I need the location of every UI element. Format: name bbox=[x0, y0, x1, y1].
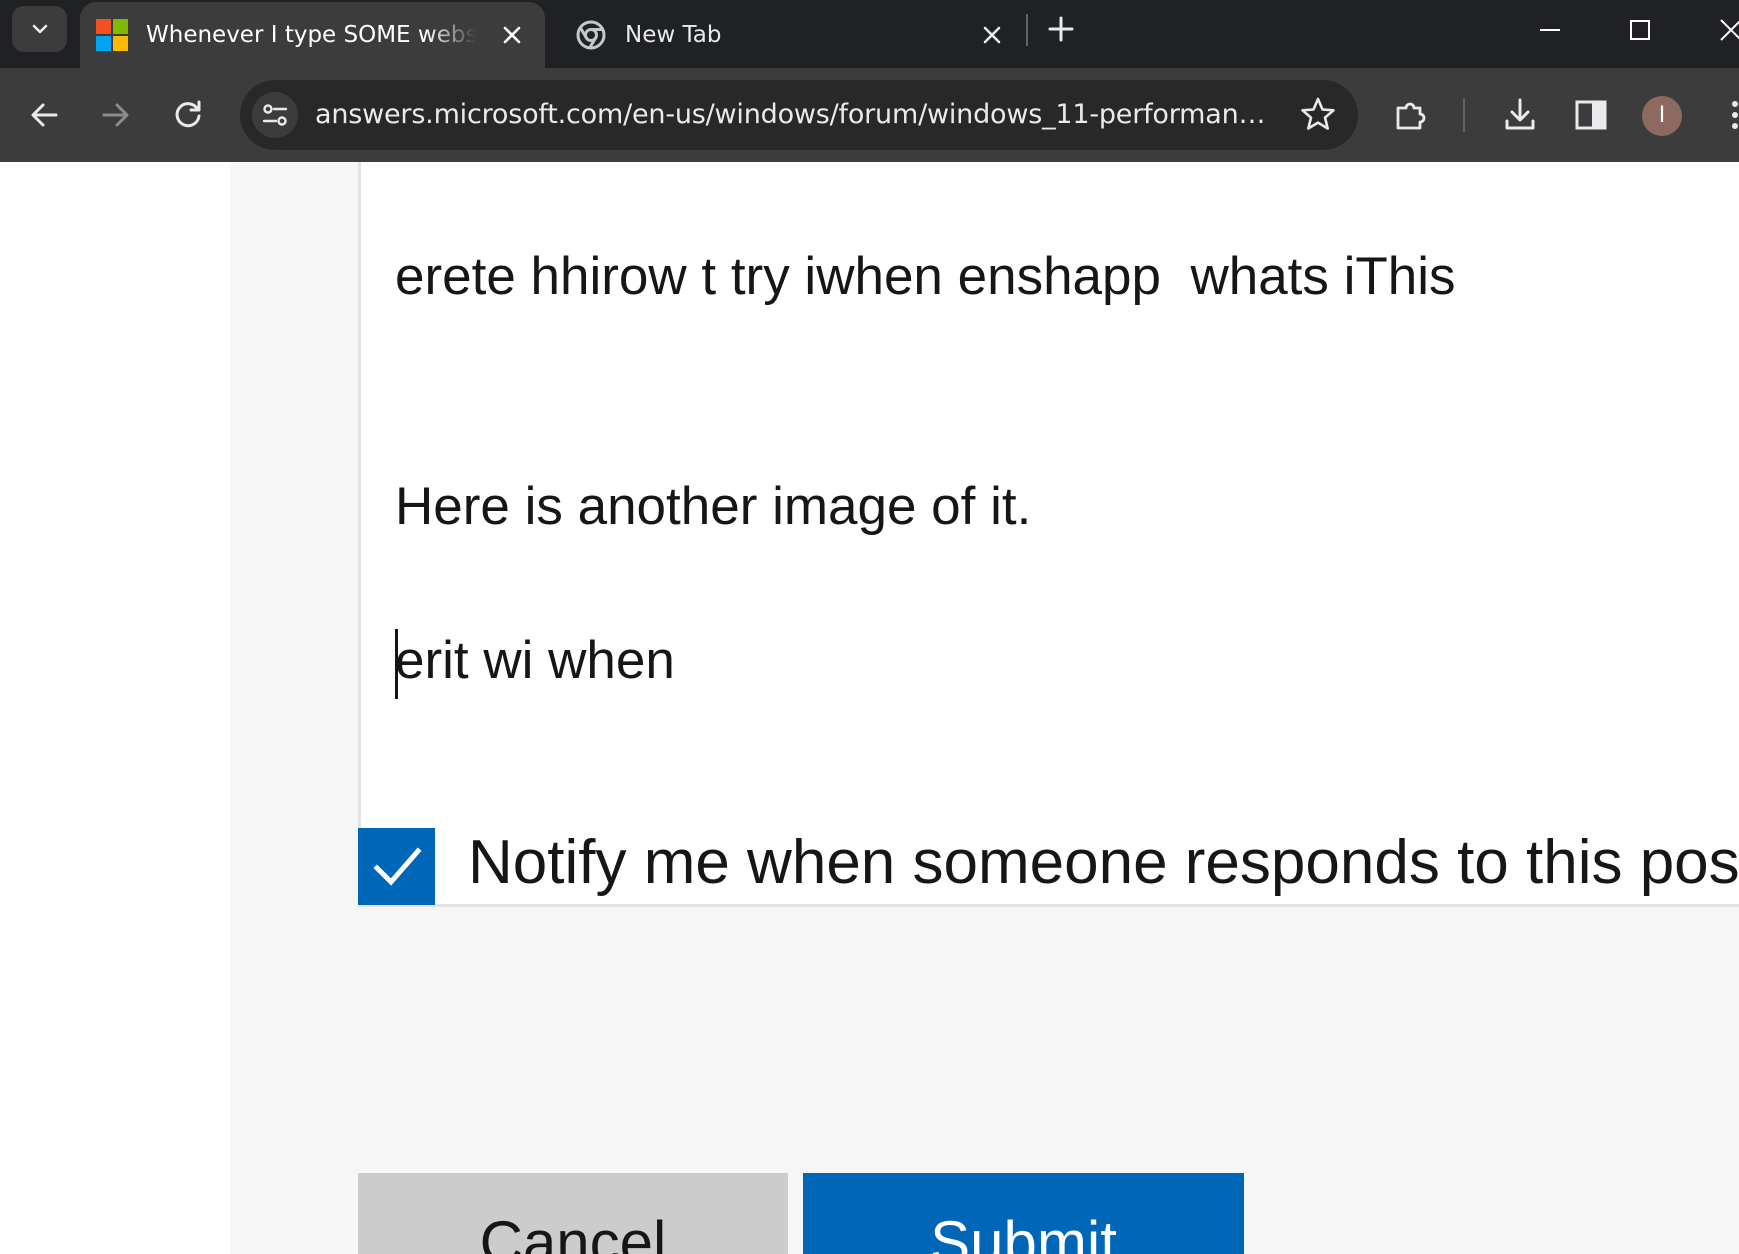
star-icon[interactable] bbox=[1296, 93, 1340, 137]
window-close-icon[interactable] bbox=[1709, 10, 1739, 50]
extensions-puzzle-icon[interactable] bbox=[1388, 92, 1434, 138]
maximize-icon[interactable] bbox=[1620, 10, 1660, 50]
editor-line[interactable]: erit wi when bbox=[395, 630, 675, 691]
tune-icon bbox=[262, 104, 288, 126]
toolbar-divider bbox=[1463, 98, 1465, 132]
tab-divider bbox=[1026, 14, 1028, 46]
more-options-icon[interactable] bbox=[1714, 92, 1739, 138]
back-arrow-icon[interactable] bbox=[22, 92, 68, 138]
cancel-button[interactable]: Cancel bbox=[358, 1173, 788, 1254]
tab-title: New Tab bbox=[625, 22, 722, 48]
new-tab-plus-icon[interactable] bbox=[1044, 12, 1078, 46]
tab-strip: Whenever I type SOME website New Tab bbox=[0, 0, 1739, 68]
reply-editor[interactable]: erete hhirow t try iwhen enshapp whats i… bbox=[358, 162, 1739, 907]
close-icon[interactable] bbox=[497, 20, 527, 50]
tab-title: Whenever I type SOME website bbox=[146, 22, 476, 48]
page-content: erete hhirow t try iwhen enshapp whats i… bbox=[0, 162, 1739, 1254]
browser-toolbar: answers.microsoft.com/en-us/windows/foru… bbox=[0, 68, 1739, 162]
submit-button[interactable]: Submit bbox=[803, 1173, 1244, 1254]
editor-line[interactable]: Here is another image of it. bbox=[395, 476, 1031, 537]
profile-avatar[interactable]: I bbox=[1642, 96, 1682, 136]
tab-new-tab[interactable]: New Tab bbox=[565, 2, 1025, 68]
side-panel-icon[interactable] bbox=[1568, 92, 1614, 138]
site-info-button[interactable] bbox=[252, 92, 298, 138]
tab-active[interactable]: Whenever I type SOME website bbox=[80, 2, 545, 68]
tab-search-button[interactable] bbox=[12, 6, 67, 52]
address-bar[interactable]: answers.microsoft.com/en-us/windows/foru… bbox=[240, 80, 1358, 150]
microsoft-logo-icon bbox=[96, 19, 128, 51]
download-icon[interactable] bbox=[1497, 92, 1543, 138]
chrome-icon bbox=[576, 20, 606, 50]
chevron-down-icon bbox=[32, 24, 47, 34]
reload-icon[interactable] bbox=[165, 92, 211, 138]
forward-arrow-icon[interactable] bbox=[92, 92, 138, 138]
url-text[interactable]: answers.microsoft.com/en-us/windows/foru… bbox=[315, 99, 1280, 130]
checkmark-icon bbox=[372, 846, 422, 886]
close-icon[interactable] bbox=[977, 20, 1007, 50]
notify-checkbox[interactable] bbox=[358, 828, 435, 905]
notify-label[interactable]: Notify me when someone responds to this … bbox=[468, 827, 1739, 898]
minimize-icon[interactable] bbox=[1530, 10, 1570, 50]
text-cursor bbox=[395, 629, 398, 699]
editor-line[interactable]: erete hhirow t try iwhen enshapp whats i… bbox=[395, 246, 1456, 307]
